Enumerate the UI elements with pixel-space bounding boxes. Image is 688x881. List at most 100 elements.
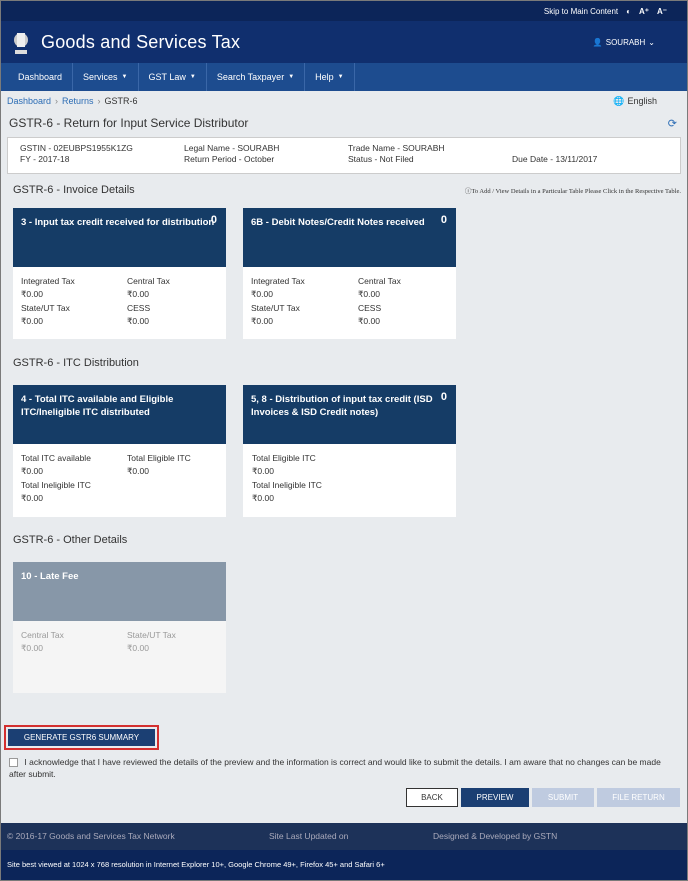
top-utility-bar: Skip to Main Content ◐ A⁺ A⁻: [1, 1, 687, 21]
page-frame: Skip to Main Content ◐ A⁺ A⁻ Goods and S…: [0, 0, 688, 881]
tile-value: ₹0.00: [251, 289, 273, 299]
tile-label: Central Tax: [127, 276, 170, 286]
user-name: SOURABH: [605, 37, 646, 47]
site-header: Goods and Services Tax 👤 SOURABH ⌄: [1, 21, 687, 63]
generate-summary-highlight: GENERATE GSTR6 SUMMARY: [4, 725, 159, 750]
tile-value: ₹0.00: [127, 289, 149, 299]
tile-label: State/UT Tax: [21, 303, 70, 313]
tile-label: State/UT Tax: [127, 630, 176, 640]
tile-value: ₹0.00: [21, 316, 43, 326]
acknowledgement: I acknowledge that I have reviewed the d…: [9, 756, 679, 780]
tile-count: 0: [440, 214, 447, 226]
contrast-icon[interactable]: ◐: [626, 7, 631, 16]
file-return-button[interactable]: FILE RETURN: [597, 788, 680, 807]
breadcrumb-returns[interactable]: Returns: [62, 96, 94, 106]
other-section-heading: GSTR-6 - Other Details: [13, 534, 128, 546]
footer-updated: Site Last Updated on: [269, 831, 349, 841]
breadcrumb-current: GSTR-6: [104, 96, 138, 106]
itc-section-heading: GSTR-6 - ITC Distribution: [13, 357, 139, 369]
caret-down-icon: ▼: [288, 74, 295, 80]
tile-title: 6B - Debit Notes/Credit Notes received: [251, 217, 425, 228]
footer-designed: Designed & Developed by GSTN: [433, 831, 558, 841]
trade-name-text: Trade Name - SOURABH: [348, 143, 445, 153]
language-selector[interactable]: 🌐 English: [613, 96, 657, 107]
fy-text: FY - 2017-18: [20, 154, 70, 164]
nav-gst-law[interactable]: GST Law ▼: [139, 63, 207, 91]
footer: © 2016-17 Goods and Services Tax Network…: [1, 823, 687, 850]
tile-value: ₹0.00: [21, 493, 43, 503]
tile-value: ₹0.00: [358, 289, 380, 299]
submit-button[interactable]: SUBMIT: [532, 788, 594, 807]
nav-help[interactable]: Help ▼: [305, 63, 355, 91]
tile-6b-debit-credit-notes[interactable]: 6B - Debit Notes/Credit Notes received 0…: [243, 208, 456, 339]
tile-label: CESS: [127, 303, 151, 313]
tile-4-total-itc[interactable]: 4 - Total ITC available and Eligible ITC…: [13, 385, 226, 517]
breadcrumb: Dashboard › Returns › GSTR-6 🌐 English: [7, 95, 657, 107]
main-nav: Dashboard Services ▼ GST Law ▼ Search Taxp…: [1, 63, 687, 91]
tile-value: ₹0.00: [21, 466, 43, 476]
footer-copyright: © 2016-17 Goods and Services Tax Network: [7, 831, 175, 841]
back-button[interactable]: BACK: [406, 788, 458, 807]
tile-label: Total Eligible ITC: [127, 453, 191, 463]
user-menu[interactable]: 👤 SOURABH ⌄: [593, 38, 655, 47]
globe-icon: 🌐: [613, 95, 625, 106]
legal-name-text: Legal Name - SOURABH: [184, 143, 280, 153]
taxpayer-info-box: GSTIN - 02EUBPS1955K1ZG FY - 2017-18 Leg…: [7, 137, 681, 174]
tile-value: ₹0.00: [127, 316, 149, 326]
tile-title: 5, 8 - Distribution of input tax credit …: [251, 394, 433, 418]
status-text: Status - Not Filed: [348, 154, 414, 164]
caret-down-icon: ▼: [337, 74, 344, 80]
acknowledge-checkbox[interactable]: [9, 758, 18, 768]
return-period-text: Return Period - October: [184, 154, 275, 164]
tile-value: ₹0.00: [252, 493, 274, 503]
tile-title: 10 - Late Fee: [21, 571, 79, 582]
nav-dashboard[interactable]: Dashboard: [8, 63, 74, 91]
tile-value: ₹0.00: [127, 466, 149, 476]
skip-to-main-link[interactable]: Skip to Main Content: [544, 7, 618, 16]
emblem-icon: [11, 27, 31, 57]
tile-label: State/UT Tax: [251, 303, 300, 313]
refresh-icon[interactable]: ⟳: [668, 117, 677, 130]
user-icon: 👤: [592, 37, 603, 47]
chevron-down-icon: ⌄: [648, 37, 655, 47]
tile-value: ₹0.00: [358, 316, 380, 326]
tile-label: Total Ineligible ITC: [21, 480, 91, 490]
tile-value: ₹0.00: [21, 289, 43, 299]
nav-search-taxpayer[interactable]: Search Taxpayer ▼: [207, 63, 306, 91]
tile-title: 4 - Total ITC available and Eligible ITC…: [21, 394, 174, 418]
tile-title: 3 - Input tax credit received for distri…: [21, 217, 215, 228]
tile-value: ₹0.00: [251, 316, 273, 326]
font-decrease-button[interactable]: A⁻: [657, 7, 667, 16]
tile-label: Integrated Tax: [21, 276, 75, 286]
tile-3-itc-received[interactable]: 3 - Input tax credit received for distri…: [13, 208, 226, 339]
tile-label: CESS: [358, 303, 382, 313]
caret-down-icon: ▼: [189, 74, 196, 80]
help-note: ⓘTo Add / View Details in a Particular T…: [464, 188, 681, 195]
tile-label: Central Tax: [21, 630, 64, 640]
tile-value: ₹0.00: [252, 466, 274, 476]
tile-10-late-fee: 10 - Late Fee Central Tax ₹0.00 State/UT…: [13, 562, 226, 693]
tile-label: Total ITC available: [21, 453, 91, 463]
site-title[interactable]: Goods and Services Tax: [41, 32, 240, 53]
tile-5-8-distribution[interactable]: 5, 8 - Distribution of input tax credit …: [243, 385, 456, 517]
nav-services[interactable]: Services ▼: [73, 63, 139, 91]
page-title: GSTR-6 - Return for Input Service Distri…: [9, 116, 249, 130]
tile-value: ₹0.00: [21, 643, 43, 653]
generate-summary-button[interactable]: GENERATE GSTR6 SUMMARY: [8, 729, 155, 746]
tile-count: 0: [210, 214, 217, 226]
gstin-text: GSTIN - 02EUBPS1955K1ZG: [20, 143, 133, 153]
browser-support-note: Site best viewed at 1024 x 768 resolutio…: [1, 850, 687, 880]
tile-label: Total Ineligible ITC: [252, 480, 322, 490]
tile-label: Integrated Tax: [251, 276, 305, 286]
tile-value: ₹0.00: [127, 643, 149, 653]
tile-label: Total Eligible ITC: [252, 453, 316, 463]
acknowledge-text: I acknowledge that I have reviewed the d…: [9, 757, 661, 779]
preview-button[interactable]: PREVIEW: [461, 788, 529, 807]
breadcrumb-dashboard[interactable]: Dashboard: [7, 96, 51, 106]
tile-count: 0: [440, 391, 447, 403]
due-date-text: Due Date - 13/11/2017: [512, 154, 598, 164]
font-increase-button[interactable]: A⁺: [639, 7, 649, 16]
tile-label: Central Tax: [358, 276, 401, 286]
caret-down-icon: ▼: [121, 74, 128, 80]
invoice-section-heading: GSTR-6 - Invoice Details ⓘTo Add / View …: [13, 184, 681, 196]
